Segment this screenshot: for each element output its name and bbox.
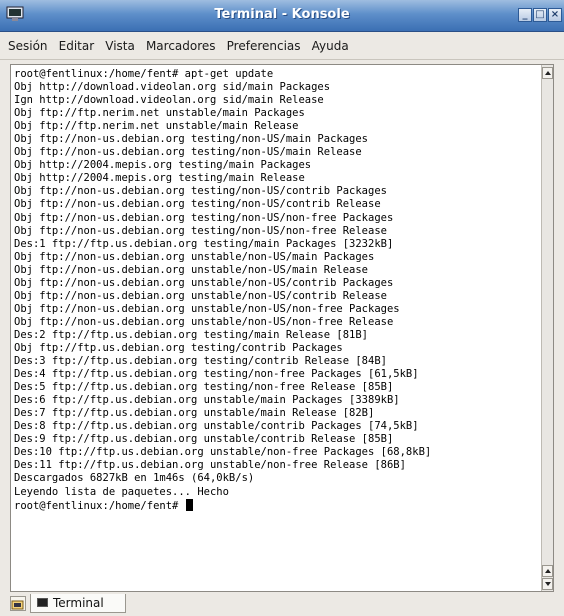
terminal-line-text: Obj ftp://non-us.debian.org unstable/non… (14, 302, 400, 315)
menu-preferencias[interactable]: Preferencias (227, 32, 301, 53)
title-bar[interactable]: Terminal - Konsole _ □ × (0, 0, 564, 32)
terminal-line: Obj ftp://non-us.debian.org testing/non-… (14, 185, 546, 198)
terminal-line-text: Des:9 ftp://ftp.us.debian.org unstable/c… (14, 433, 394, 446)
terminal-line: Obj ftp://non-us.debian.org testing/non-… (14, 198, 546, 211)
terminal-line-text: Ign http://download.videolan.org sid/mai… (14, 94, 324, 107)
terminal-line-text: Obj ftp://ftp.us.debian.org testing/cont… (14, 341, 343, 354)
terminal-line-text: Obj ftp://non-us.debian.org testing/non-… (14, 185, 387, 198)
terminal-line-text: Leyendo lista de paquetes... Hecho (14, 485, 229, 498)
terminal-line: Des:11 ftp://ftp.us.debian.org unstable/… (14, 459, 546, 472)
menu-marcadores[interactable]: Marcadores (146, 32, 216, 53)
terminal-line-text: Obj ftp://non-us.debian.org testing/non-… (14, 133, 369, 146)
terminal-line: Obj ftp://non-us.debian.org unstable/non… (14, 277, 546, 290)
terminal-line-text: root@fentlinux:/home/fent# (14, 499, 185, 512)
terminal-line: Obj http://2004.mepis.org testing/main R… (14, 172, 546, 185)
terminal-line: Des:3 ftp://ftp.us.debian.org testing/co… (14, 355, 546, 368)
terminal-line: Obj ftp://ftp.nerim.net unstable/main Re… (14, 120, 546, 133)
terminal-line: Obj ftp://non-us.debian.org unstable/non… (14, 303, 546, 316)
terminal-line-text: Des:5 ftp://ftp.us.debian.org testing/no… (14, 381, 394, 394)
arrow-down-icon (545, 582, 551, 586)
terminal-line: Des:9 ftp://ftp.us.debian.org unstable/c… (14, 433, 546, 446)
menu-sesion[interactable]: Sesión (8, 32, 48, 53)
new-session-glyph (11, 600, 24, 610)
terminal-line-text: Des:6 ftp://ftp.us.debian.org unstable/m… (14, 394, 400, 407)
terminal-line-text: Des:11 ftp://ftp.us.debian.org unstable/… (14, 459, 406, 472)
terminal-line: Obj ftp://ftp.us.debian.org testing/cont… (14, 342, 546, 355)
menu-editar[interactable]: Editar (59, 32, 95, 53)
terminal-line: Obj ftp://non-us.debian.org unstable/non… (14, 316, 546, 329)
terminal-line-text: Obj ftp://non-us.debian.org unstable/non… (14, 276, 394, 289)
terminal-line: Des:10 ftp://ftp.us.debian.org unstable/… (14, 446, 546, 459)
terminal-line-text: Obj ftp://ftp.nerim.net unstable/main Re… (14, 120, 299, 133)
terminal-line-text: Obj ftp://non-us.debian.org unstable/non… (14, 315, 394, 328)
terminal-line: Obj ftp://non-us.debian.org unstable/non… (14, 290, 546, 303)
terminal-line: Ign http://download.videolan.org sid/mai… (14, 94, 546, 107)
close-icon[interactable]: × (548, 8, 562, 22)
menu-ayuda[interactable]: Ayuda (312, 32, 349, 53)
terminal-line: Obj ftp://non-us.debian.org unstable/non… (14, 264, 546, 277)
terminal-area[interactable]: root@fentlinux:/home/fent# apt-get updat… (10, 64, 554, 592)
menu-bar: Sesión Editar Vista Marcadores Preferenc… (0, 32, 564, 60)
terminal-line: Leyendo lista de paquetes... Hecho (14, 486, 546, 499)
terminal-line-text: Des:3 ftp://ftp.us.debian.org testing/co… (14, 355, 387, 368)
terminal-line: Obj ftp://non-us.debian.org testing/non-… (14, 212, 546, 225)
terminal-line-text: Des:4 ftp://ftp.us.debian.org testing/no… (14, 368, 419, 381)
terminal-line-text: root@fentlinux:/home/fent# apt-get updat… (14, 68, 274, 80)
terminal-line: Descargados 6827kB en 1m46s (64,0kB/s) (14, 472, 546, 485)
terminal-output: root@fentlinux:/home/fent# apt-get updat… (14, 68, 546, 512)
new-session-icon[interactable] (10, 596, 26, 611)
terminal-tab-icon (37, 598, 48, 607)
terminal-line: Obj ftp://non-us.debian.org testing/non-… (14, 225, 546, 238)
terminal-line-text: Des:1 ftp://ftp.us.debian.org testing/ma… (14, 237, 394, 250)
terminal-line-text: Obj http://2004.mepis.org testing/main P… (14, 159, 312, 172)
terminal-line-text: Obj ftp://non-us.debian.org testing/non-… (14, 198, 381, 211)
terminal-line-text: Obj http://2004.mepis.org testing/main R… (14, 172, 305, 185)
terminal-line: Obj ftp://non-us.debian.org testing/non-… (14, 133, 546, 146)
terminal-line-text: Obj http://download.videolan.org sid/mai… (14, 81, 331, 94)
terminal-line: Obj http://2004.mepis.org testing/main P… (14, 159, 546, 172)
terminal-line-text: Des:8 ftp://ftp.us.debian.org unstable/c… (14, 420, 419, 433)
arrow-up-icon (545, 569, 551, 573)
terminal-line: Des:7 ftp://ftp.us.debian.org unstable/m… (14, 407, 546, 420)
terminal-line-text: Obj ftp://non-us.debian.org testing/non-… (14, 211, 394, 224)
terminal-line-text: Des:7 ftp://ftp.us.debian.org unstable/m… (14, 407, 375, 420)
arrow-up-icon (545, 71, 551, 75)
tab-label: Terminal (53, 596, 104, 610)
terminal-line: Des:8 ftp://ftp.us.debian.org unstable/c… (14, 420, 546, 433)
terminal-line: root@fentlinux:/home/fent# (14, 498, 546, 512)
scroll-up-button[interactable] (542, 67, 553, 79)
scroll-down-button[interactable] (542, 578, 553, 590)
terminal-line-text: Obj ftp://non-us.debian.org testing/non-… (14, 146, 362, 159)
window-title: Terminal - Konsole (214, 7, 350, 22)
terminal-line-text: Descargados 6827kB en 1m46s (64,0kB/s) (14, 472, 255, 485)
terminal-line-text: Des:10 ftp://ftp.us.debian.org unstable/… (14, 446, 432, 459)
tab-bar: Terminal (0, 594, 564, 614)
terminal-line-text: Des:2 ftp://ftp.us.debian.org testing/ma… (14, 328, 369, 341)
terminal-line-text: Obj ftp://ftp.nerim.net unstable/main Pa… (14, 107, 305, 120)
menu-vista[interactable]: Vista (105, 32, 135, 53)
minimize-icon[interactable]: _ (518, 8, 532, 22)
terminal-line: Obj http://download.videolan.org sid/mai… (14, 81, 546, 94)
text-cursor (185, 498, 193, 511)
terminal-line-text: Obj ftp://non-us.debian.org testing/non-… (14, 224, 387, 237)
terminal-line: Obj ftp://ftp.nerim.net unstable/main Pa… (14, 107, 546, 120)
terminal-line-text: Obj ftp://non-us.debian.org unstable/non… (14, 289, 387, 302)
maximize-icon[interactable]: □ (533, 8, 547, 22)
terminal-line: Des:2 ftp://ftp.us.debian.org testing/ma… (14, 329, 546, 342)
terminal-line: root@fentlinux:/home/fent# apt-get updat… (14, 68, 546, 81)
terminal-line: Obj ftp://non-us.debian.org testing/non-… (14, 146, 546, 159)
terminal-line: Obj ftp://non-us.debian.org unstable/non… (14, 251, 546, 264)
terminal-line: Des:1 ftp://ftp.us.debian.org testing/ma… (14, 238, 546, 251)
terminal-line-text: Obj ftp://non-us.debian.org unstable/non… (14, 263, 369, 276)
terminal-line-text: Obj ftp://non-us.debian.org unstable/non… (14, 250, 375, 263)
terminal-line: Des:4 ftp://ftp.us.debian.org testing/no… (14, 368, 546, 381)
scroll-up-button-lower[interactable] (542, 565, 553, 577)
terminal-line: Des:5 ftp://ftp.us.debian.org testing/no… (14, 381, 546, 394)
terminal-line: Des:6 ftp://ftp.us.debian.org unstable/m… (14, 394, 546, 407)
vertical-scrollbar[interactable] (541, 65, 553, 591)
tab-terminal[interactable]: Terminal (30, 594, 126, 613)
